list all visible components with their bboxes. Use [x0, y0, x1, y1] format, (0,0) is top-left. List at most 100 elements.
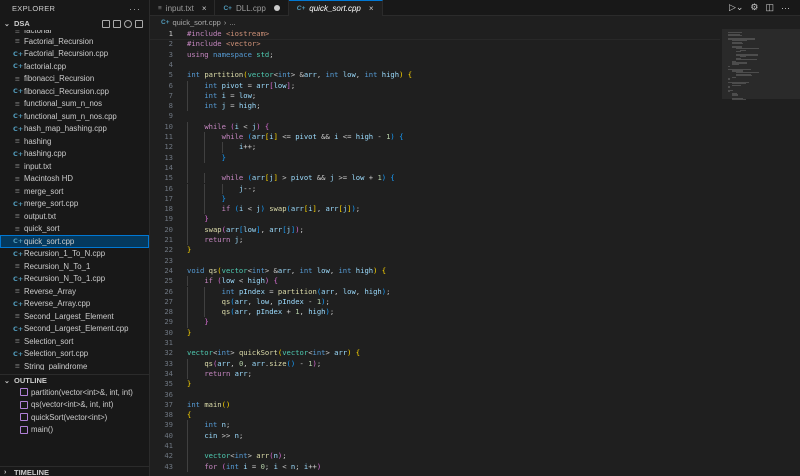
- more-actions-icon[interactable]: ···: [129, 4, 141, 14]
- tab-bar: ≡ input.txt × C+ DLL.cpp C+ quick_sort.cpp × ▷⌄…: [150, 0, 800, 16]
- file-tree-item[interactable]: C+ Factorial_Recursion.cpp: [0, 48, 149, 61]
- breadcrumb-symbol[interactable]: ...: [229, 18, 235, 27]
- code-text: }: [204, 214, 209, 224]
- file-tree-item[interactable]: C+ Second_Largest_Element.cpp: [0, 323, 149, 336]
- chevron-down-icon: ⌄: [4, 20, 10, 28]
- breadcrumb-file[interactable]: quick_sort.cpp: [173, 18, 221, 27]
- settings-gear-icon[interactable]: ⚙: [750, 2, 758, 13]
- file-tree-item[interactable]: C+ factorial.cpp: [0, 60, 149, 73]
- minimap[interactable]: [722, 29, 800, 476]
- file-tree-item[interactable]: C+ Recursion_1_To_N.cpp: [0, 248, 149, 261]
- file-tree-item[interactable]: ≡ functional_sum_n_nos: [0, 98, 149, 111]
- file-name: fibonacci_Recursion: [24, 74, 95, 84]
- file-tree-item[interactable]: C+ merge_sort.cpp: [0, 198, 149, 211]
- code-line: 26 int pIndex = partition(arr, low, high…: [150, 286, 720, 297]
- editor-tab[interactable]: C+ quick_sort.cpp ×: [288, 0, 383, 16]
- file-tree-item[interactable]: ≡ Macintosh HD: [0, 173, 149, 186]
- outline-item[interactable]: partition(vector<int>&, int, int): [0, 386, 149, 399]
- file-tree-item[interactable]: C+ Reverse_Array.cpp: [0, 298, 149, 311]
- new-folder-icon[interactable]: [113, 19, 121, 28]
- code-line: 41: [150, 441, 720, 452]
- text-file-icon: ≡: [14, 287, 21, 296]
- line-number: 11: [164, 132, 173, 141]
- explorer-title: EXPLORER: [12, 4, 56, 13]
- code-text: return arr;: [204, 368, 252, 378]
- folder-header-dsa[interactable]: ⌄ DSA: [0, 17, 149, 30]
- timeline-header[interactable]: › TIMELINE: [0, 466, 149, 476]
- text-file-icon: ≡: [14, 99, 21, 108]
- code-line: 2 #include <vector>: [150, 39, 720, 49]
- code-text: while (arr[i] <= pivot && i <= high - 1)…: [221, 132, 404, 141]
- indent-guide: [187, 420, 188, 431]
- close-icon[interactable]: ×: [202, 4, 207, 13]
- file-tree-item[interactable]: C+ hash_map_hashing.cpp: [0, 123, 149, 136]
- file-tree-item[interactable]: C+ hashing.cpp: [0, 148, 149, 161]
- indent-guide: [204, 307, 206, 318]
- cpp-file-icon: C+: [223, 4, 232, 12]
- close-icon[interactable]: ×: [369, 4, 374, 13]
- code-line: 29 }: [150, 317, 720, 328]
- file-tree-item[interactable]: ≡ input.txt: [0, 160, 149, 173]
- outline-item[interactable]: quickSort(vector<int>): [0, 411, 149, 424]
- code-line: 33 qs(arr, 0, arr.size() - 1);: [150, 358, 720, 369]
- file-tree-item[interactable]: ≡ Selection_sort: [0, 335, 149, 348]
- collapse-all-icon[interactable]: [135, 19, 143, 28]
- file-tree-item[interactable]: ≡ Reverse_Array: [0, 285, 149, 298]
- code-text: vector<int> quickSort(vector<int> arr) {: [187, 348, 361, 358]
- file-tree-item[interactable]: ≡ output.txt: [0, 210, 149, 223]
- file-tree-item[interactable]: ≡ quick_sort: [0, 223, 149, 236]
- cpp-file-icon: C+: [296, 5, 306, 12]
- unsaved-dot-icon[interactable]: [273, 5, 280, 11]
- minimap-line: [728, 35, 742, 37]
- cpp-file-icon: C+: [13, 199, 24, 208]
- file-tree-item[interactable]: C+ Recursion_N_To_1.cpp: [0, 273, 149, 286]
- new-file-icon[interactable]: [102, 19, 110, 28]
- refresh-icon[interactable]: [124, 19, 132, 28]
- text-file-icon: ≡: [158, 4, 162, 12]
- code-text: qs(arr, 0, arr.size() - 1);: [204, 358, 322, 368]
- editor-tab[interactable]: ≡ input.txt ×: [150, 0, 216, 16]
- file-tree-item[interactable]: ≡ Second_Largest_Element: [0, 310, 149, 323]
- outline-item[interactable]: main(): [0, 424, 149, 437]
- split-editor-icon[interactable]: ◫: [765, 2, 774, 13]
- folder-name: DSA: [14, 19, 30, 28]
- outline-title: OUTLINE: [14, 376, 47, 385]
- indent-guide: [187, 80, 188, 91]
- code-editor[interactable]: 1 #include <iostream> 2 #include <vector> …: [150, 29, 720, 476]
- file-tree-item[interactable]: ≡ Factorial_Recursion: [0, 35, 149, 48]
- breadcrumb-separator: ›: [223, 18, 227, 27]
- file-tree-item[interactable]: ≡ String_palindrome: [0, 360, 149, 370]
- file-tree-item[interactable]: ≡ hashing: [0, 135, 149, 148]
- cpp-file-icon: C+: [13, 149, 24, 158]
- run-debug-icon[interactable]: ▷⌄: [729, 2, 743, 13]
- line-number: 35: [164, 379, 173, 389]
- indent-guide: [204, 183, 206, 194]
- file-tree-item[interactable]: C+ fibonacci_Recursion.cpp: [0, 85, 149, 98]
- file-tree-item[interactable]: ≡ merge_sort: [0, 185, 149, 198]
- line-number: 27: [164, 296, 173, 306]
- line-number: 16: [164, 183, 173, 193]
- code-line: 24 void qs(vector<int> &arr, int low, int…: [150, 266, 720, 276]
- code-line: 5 int partition(vector<int> &arr, int low…: [150, 70, 720, 80]
- file-tree-item[interactable]: C+ functional_sum_n_nos.cpp: [0, 110, 149, 123]
- code-line: 15 while (arr[j] > pivot && j >= low + 1…: [150, 173, 720, 184]
- code-line: 10 while (i < j) {: [150, 121, 720, 132]
- outline-item[interactable]: qs(vector<int>&, int, int): [0, 399, 149, 412]
- more-actions-icon[interactable]: ···: [781, 3, 790, 13]
- file-tree-item[interactable]: C+ Selection_sort.cpp: [0, 348, 149, 361]
- file-tree-item[interactable]: C+ quick_sort.cpp: [0, 235, 149, 248]
- line-number: 15: [164, 173, 173, 183]
- indent-guide: [187, 90, 188, 102]
- method-cube-icon: [20, 413, 28, 422]
- code-line: 12 i++;: [150, 142, 720, 153]
- file-tree-item[interactable]: ≡ Recursion_N_To_1: [0, 260, 149, 273]
- line-number: 6: [168, 80, 173, 90]
- code-line: 32 vector<int> quickSort(vector<int> arr)…: [150, 348, 720, 358]
- editor-tab[interactable]: C+ DLL.cpp: [215, 0, 289, 16]
- file-tree-item[interactable]: ≡ fibonacci_Recursion: [0, 73, 149, 86]
- indent-guide: [187, 224, 188, 235]
- outline-header[interactable]: ⌄ OUTLINE: [0, 374, 149, 386]
- code-text: return j;: [204, 235, 244, 244]
- text-file-icon: ≡: [14, 362, 21, 370]
- line-number: 28: [164, 307, 173, 317]
